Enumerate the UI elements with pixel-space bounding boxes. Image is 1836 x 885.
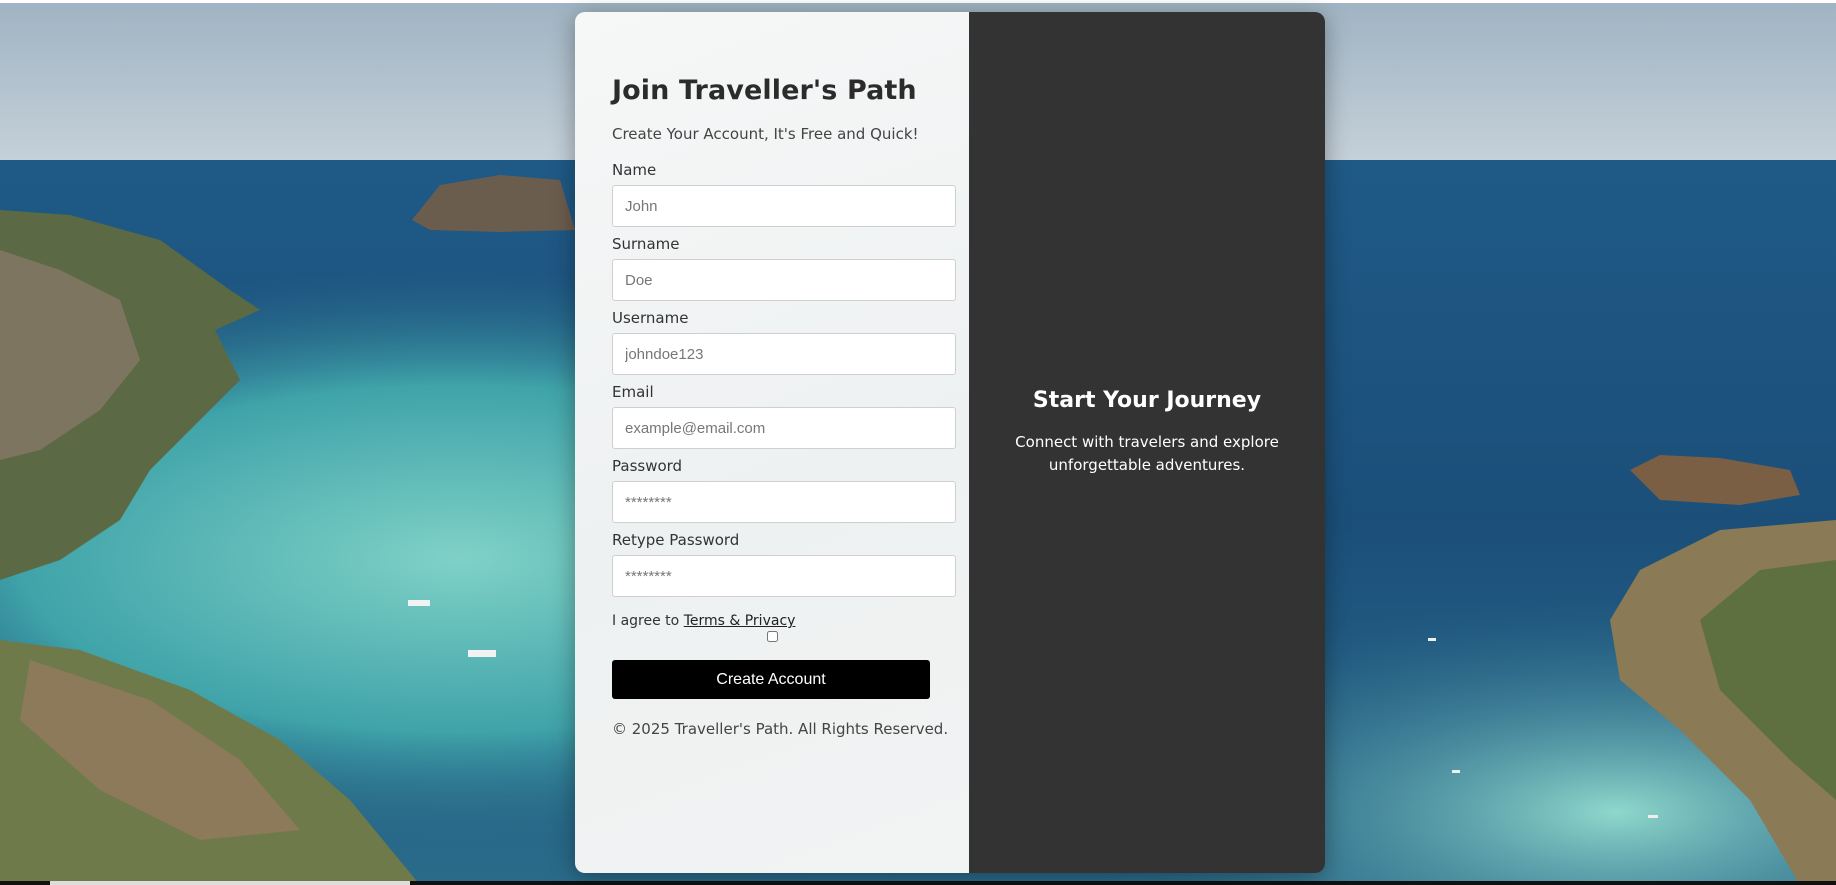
form-subtitle: Create Your Account, It's Free and Quick… [612,125,919,143]
signup-form: Join Traveller's Path Create Your Accoun… [575,12,969,873]
email-input[interactable] [612,407,956,449]
email-label: Email [612,383,654,401]
name-field-group: Name [612,161,957,227]
info-text: Connect with travelers and explore unfor… [1015,433,1279,474]
info-title: Start Your Journey [1032,388,1262,413]
name-label: Name [612,161,657,179]
terms-checkbox[interactable] [766,631,778,642]
signup-card: Join Traveller's Path Create Your Accoun… [575,12,1325,873]
username-label: Username [612,309,689,327]
create-account-button[interactable]: Create Account [612,660,930,699]
form-fields: Name Surname Username Email Password Ret… [612,161,957,597]
surname-label: Surname [612,235,680,253]
password-field-group: Password [612,457,957,523]
terms-prefix: I agree to [612,613,684,629]
form-title: Join Traveller's Path [612,75,917,106]
terms-agreement: I agree to Terms & Privacy [612,613,957,629]
retype-password-label: Retype Password [612,531,740,549]
surname-field-group: Surname [612,235,957,301]
name-input[interactable] [612,185,956,227]
terms-privacy-link[interactable]: Terms & Privacy [684,613,796,629]
email-field-group: Email [612,383,957,449]
terms-checkbox-row [612,631,932,647]
username-field-group: Username [612,309,957,375]
retype-password-field-group: Retype Password [612,531,957,597]
password-label: Password [612,457,683,475]
username-input[interactable] [612,333,956,375]
password-input[interactable] [612,481,956,523]
copyright-footer: © 2025 Traveller's Path. All Rights Rese… [612,720,949,738]
retype-password-input[interactable] [612,555,956,597]
surname-input[interactable] [612,259,956,301]
info-panel: Start Your Journey Connect with traveler… [969,12,1325,873]
